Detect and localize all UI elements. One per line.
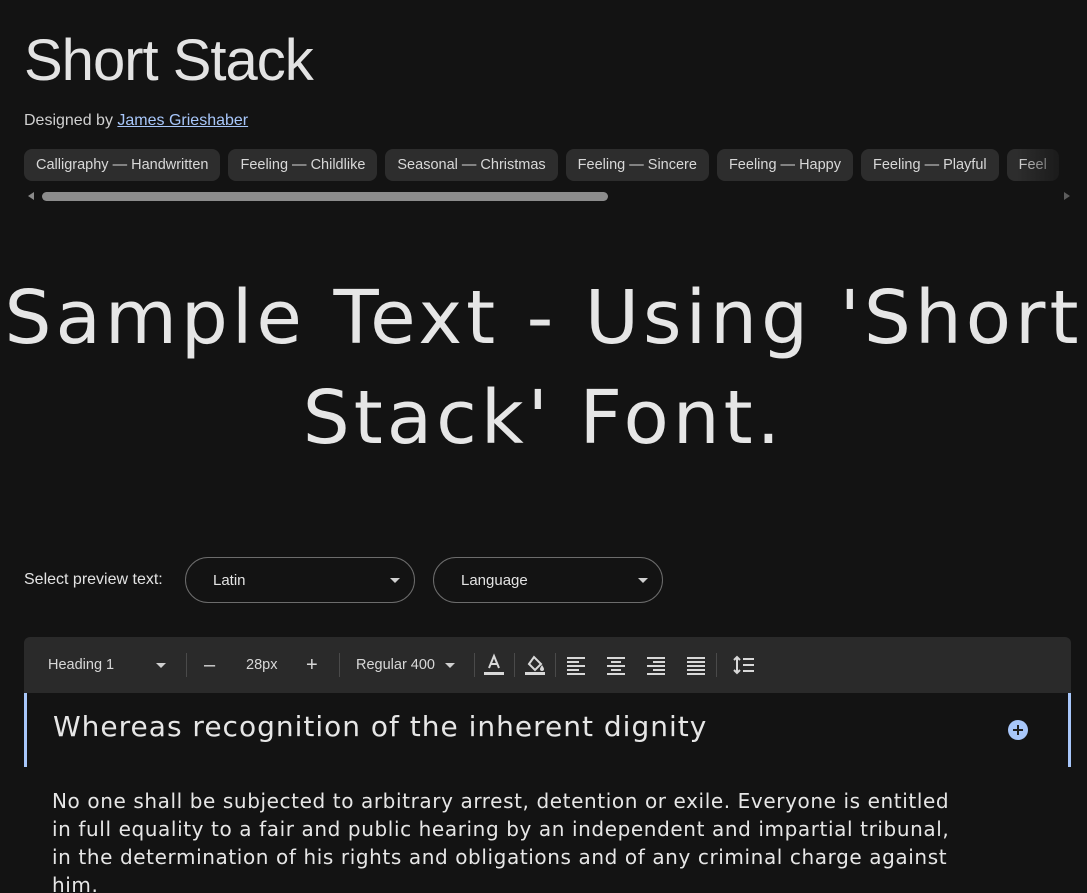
align-right-icon[interactable]	[644, 653, 668, 677]
tag-chip[interactable]: Feeling — Happy	[716, 149, 853, 181]
text-style-select[interactable]: Heading 1	[48, 637, 167, 693]
tag-chip[interactable]: Feeling — Childlike	[228, 149, 378, 181]
tag-list: Calligraphy — Handwritten Feeling — Chil…	[24, 149, 1087, 182]
preview-text-label: Select preview text:	[24, 571, 163, 588]
scroll-right-arrow-icon[interactable]	[1064, 192, 1070, 200]
toolbar-divider	[716, 653, 717, 677]
toolbar-divider	[555, 653, 556, 677]
align-center-icon[interactable]	[604, 653, 628, 677]
toolbar-divider	[474, 653, 475, 677]
chevron-down-icon	[156, 662, 167, 668]
tags-fade	[1017, 149, 1087, 182]
toolbar-divider	[514, 653, 515, 677]
language-select[interactable]: Language	[433, 557, 663, 603]
paragraph-preview[interactable]: No one shall be subjected to arbitrary a…	[52, 787, 952, 893]
designer-line: Designed by James Grieshaber	[24, 110, 248, 132]
align-left-icon[interactable]	[564, 653, 588, 677]
tag-chip[interactable]: Feeling — Playful	[860, 149, 999, 181]
editor-toolbar: Heading 1 – 28px + Regular 400	[24, 637, 1071, 693]
font-title: Short Stack	[24, 28, 314, 93]
font-weight-select[interactable]: Regular 400	[356, 637, 456, 693]
line-spacing-icon[interactable]	[732, 653, 756, 677]
editor-heading-text[interactable]: Whereas recognition of the inherent dign…	[53, 710, 707, 743]
script-select-value: Latin	[213, 572, 246, 589]
chevron-down-icon	[638, 578, 648, 583]
chevron-down-icon	[445, 662, 456, 668]
increase-size-button[interactable]: +	[306, 637, 318, 693]
highlight-color-icon[interactable]	[523, 653, 547, 677]
tag-chip[interactable]: Feeling — Sincere	[565, 149, 709, 181]
scroll-left-arrow-icon[interactable]	[28, 192, 34, 200]
font-specimen-page: Short Stack Designed by James Grieshaber…	[0, 0, 1087, 893]
scroll-thumb[interactable]	[42, 192, 608, 201]
text-style-value: Heading 1	[48, 657, 115, 673]
add-circle-icon[interactable]	[1008, 720, 1028, 740]
designer-prefix: Designed by	[24, 112, 113, 129]
font-weight-value: Regular 400	[356, 657, 435, 673]
script-select[interactable]: Latin	[185, 557, 415, 603]
decrease-size-button[interactable]: –	[204, 637, 215, 693]
toolbar-divider	[339, 653, 340, 677]
chevron-down-icon	[390, 578, 400, 583]
toolbar-divider	[186, 653, 187, 677]
language-select-value: Language	[461, 572, 528, 589]
designer-link[interactable]: James Grieshaber	[117, 112, 248, 129]
font-size-value[interactable]: 28px	[246, 637, 277, 693]
align-justify-icon[interactable]	[684, 653, 708, 677]
sample-text-preview: Sample Text - Using 'Short Stack' Font.	[4, 275, 1083, 461]
tag-chip[interactable]: Seasonal — Christmas	[385, 149, 558, 181]
text-color-icon[interactable]	[482, 653, 506, 677]
tags-scrollbar[interactable]	[24, 190, 1074, 202]
tag-chip[interactable]: Calligraphy — Handwritten	[24, 149, 221, 181]
heading-editor[interactable]: Whereas recognition of the inherent dign…	[24, 693, 1071, 767]
